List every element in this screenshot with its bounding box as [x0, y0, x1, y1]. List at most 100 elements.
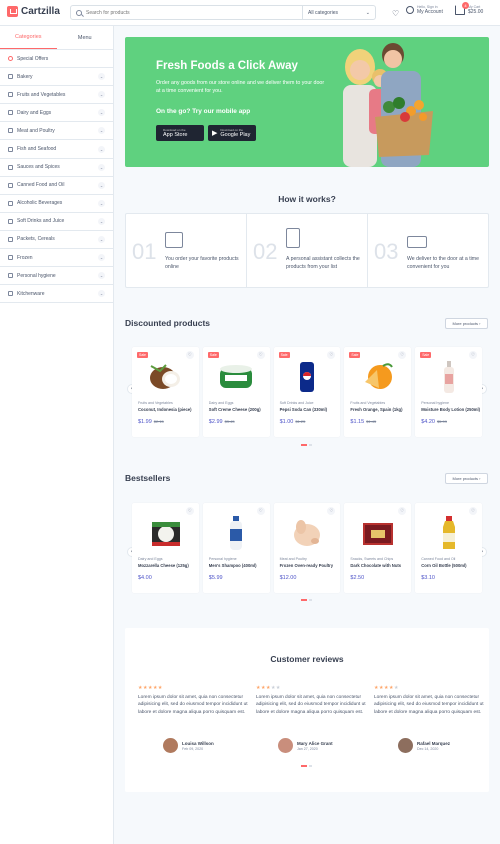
fish-icon: [8, 146, 13, 152]
product-card[interactable]: Sale ♡ Soft Drinks and Juice Pepsi Soda …: [273, 347, 341, 437]
product-card[interactable]: ♡ Dairy and Eggs Mozzarella Cheese (125g…: [132, 503, 199, 593]
sidebar-item-fish[interactable]: Fish and Seafood ⌄: [0, 140, 113, 159]
discounted-more-button[interactable]: More products ›: [445, 318, 488, 329]
tab-categories[interactable]: Categories: [0, 26, 57, 49]
heart-icon[interactable]: ♡: [398, 507, 407, 515]
review-text: Lorem ipsum dolor sit amet, quia non con…: [138, 695, 248, 715]
product-name[interactable]: Corn Oil Bottle (500ml): [421, 563, 466, 568]
product-name[interactable]: Fresh Orange, Spain (1kg): [350, 407, 402, 412]
heart-icon[interactable]: ♡: [256, 351, 265, 359]
sidebar-item-kitchenware[interactable]: Kitchenware ⌄: [0, 285, 113, 304]
sidebar-item-bakery[interactable]: Bakery ⌄: [0, 68, 113, 87]
heart-icon[interactable]: ♡: [185, 507, 194, 515]
heart-icon[interactable]: ♡: [185, 351, 194, 359]
meat-icon: [8, 128, 13, 134]
search-icon: [76, 9, 82, 16]
product-old-price: $1.25: [295, 419, 306, 424]
sidebar-item-label: Fruits and Vegetables: [17, 91, 66, 98]
carousel-dot-active[interactable]: [301, 765, 307, 767]
snowflake-icon: [8, 255, 13, 261]
google-play-button[interactable]: ▶ Download on the Google Play: [208, 125, 256, 141]
carousel-dot-active[interactable]: [301, 444, 307, 446]
product-image: [274, 515, 341, 551]
product-card[interactable]: Sale ♡ Fruits and Vegetables Fresh Orang…: [344, 347, 412, 437]
sidebar-item-soft-drinks[interactable]: Soft Drinks and Juice ⌄: [0, 213, 113, 231]
author-name: Louisa Willson: [182, 740, 214, 746]
product-name[interactable]: Frozen Oven-ready Poultry: [280, 563, 334, 568]
carousel-dot[interactable]: [309, 444, 312, 446]
cart-count-badge: 4: [462, 2, 469, 9]
sidebar-tabs: Categories Menu: [0, 26, 113, 50]
heart-icon[interactable]: ♡: [327, 507, 336, 515]
product-price: $3.10: [421, 575, 435, 581]
sidebar-item-frozen[interactable]: Frozen ⌄: [0, 249, 113, 268]
sidebar-item-fruits[interactable]: Fruits and Vegetables ⌄: [0, 86, 113, 105]
sidebar-item-packets[interactable]: Packets, Cereals ⌄: [0, 231, 113, 250]
product-name[interactable]: Soft Creme Cheese (200g): [209, 407, 261, 412]
wishlist-heart-icon[interactable]: ♡: [392, 9, 399, 18]
milk-icon: [8, 110, 13, 116]
heart-icon[interactable]: ♡: [398, 351, 407, 359]
product-name[interactable]: Moisture Body Lotion (250ml): [421, 407, 480, 412]
heart-icon[interactable]: ♡: [256, 507, 265, 515]
account-label: My Account: [417, 9, 443, 15]
product-name[interactable]: Mozzarella Cheese (125g): [138, 563, 189, 568]
wine-icon: [8, 200, 13, 206]
product-card[interactable]: Sale ♡ Dairy and Eggs Soft Creme Cheese …: [202, 347, 270, 437]
product-card[interactable]: ♡ Canned Food and Oil Corn Oil Bottle (5…: [415, 503, 482, 593]
step-number: 02: [253, 239, 278, 264]
bestsellers-products-row: ♡ Dairy and Eggs Mozzarella Cheese (125g…: [132, 503, 482, 593]
heart-icon[interactable]: ♡: [468, 351, 477, 359]
product-old-price: $1.45: [366, 419, 377, 424]
cart-logo-icon: [7, 6, 18, 17]
product-name[interactable]: Dark Chocolate with Nuts: [350, 563, 401, 568]
search-bar: All categories ⌄: [70, 5, 376, 20]
product-category: Soft Drinks and Juice: [279, 401, 314, 405]
review-text: Lorem ipsum dolor sit amet, quia non con…: [374, 695, 484, 715]
sidebar-item-label: Sauces and Spices: [17, 164, 60, 171]
product-image: [274, 359, 341, 395]
star-rating: ★★★★★: [256, 685, 281, 691]
sidebar-item-alcoholic[interactable]: Alcoholic Beverages ⌄: [0, 195, 113, 213]
app-store-button[interactable]: Download on the App Store: [156, 125, 204, 141]
sidebar-item-sauces[interactable]: Sauces and Spices ⌄: [0, 159, 113, 177]
product-name[interactable]: Men's Shampoo (400ml): [209, 563, 257, 568]
tag-icon: [8, 56, 13, 62]
product-category: Personal hygiene: [208, 557, 237, 561]
category-select[interactable]: All categories ⌄: [302, 6, 375, 19]
review-date: Dec 14, 2020: [417, 746, 439, 751]
sidebar-item-canned[interactable]: Canned Food and Oil ⌄: [0, 177, 113, 195]
carousel-dot-active[interactable]: [301, 599, 307, 601]
carousel-dot[interactable]: [309, 765, 312, 767]
heart-icon[interactable]: ♡: [468, 507, 477, 515]
sidebar-item-dairy[interactable]: Dairy and Eggs ⌄: [0, 104, 113, 123]
sidebar-item-meat[interactable]: Meat and Poultry ⌄: [0, 122, 113, 141]
bestsellers-more-button[interactable]: More products ›: [445, 473, 488, 484]
customer-reviews-section: Customer reviews ★★★★★ Lorem ipsum dolor…: [125, 628, 489, 792]
reviews-title: Customer reviews: [270, 654, 344, 664]
product-card[interactable]: Sale ♡ Personal hygiene Moisture Body Lo…: [415, 347, 482, 437]
tab-menu[interactable]: Menu: [57, 26, 114, 49]
carousel-dot[interactable]: [309, 599, 312, 601]
product-category: Fruits and Vegetables: [350, 401, 386, 405]
product-card[interactable]: ♡ Meat and Poultry Frozen Oven-ready Pou…: [273, 503, 341, 593]
product-card[interactable]: ♡ Snacks, Sweets and Chips Dark Chocolat…: [344, 503, 412, 593]
chevron-down-icon: ⌄: [98, 290, 105, 298]
logo[interactable]: Cartzilla: [7, 6, 60, 17]
sidebar-item-special-offers[interactable]: Special Offers: [0, 50, 113, 69]
sidebar-item-hygiene[interactable]: Personal hygiene ⌄: [0, 267, 113, 286]
account-link[interactable]: Hello, Sign in My Account: [406, 5, 443, 15]
user-icon: [406, 6, 414, 14]
step-text: We deliver to the door at a time conveni…: [407, 256, 479, 270]
bestsellers-title: Bestsellers: [125, 473, 171, 483]
heart-icon[interactable]: ♡: [327, 351, 336, 359]
product-price-value: $2.99: [208, 419, 223, 425]
search-input[interactable]: [86, 9, 302, 16]
product-name[interactable]: Coconut, Indonesia (piece): [138, 407, 192, 412]
sidebar-item-label: Bakery: [17, 73, 33, 80]
product-card[interactable]: ♡ Personal hygiene Men's Shampoo (400ml)…: [202, 503, 270, 593]
product-name[interactable]: Pepsi Soda Can (330ml): [280, 407, 327, 412]
product-card[interactable]: Sale ♡ Fruits and Vegetables Coconut, In…: [132, 347, 199, 437]
chevron-down-icon: ⌄: [98, 73, 105, 81]
cart-link[interactable]: 4 My Cart $25.00: [455, 2, 483, 15]
